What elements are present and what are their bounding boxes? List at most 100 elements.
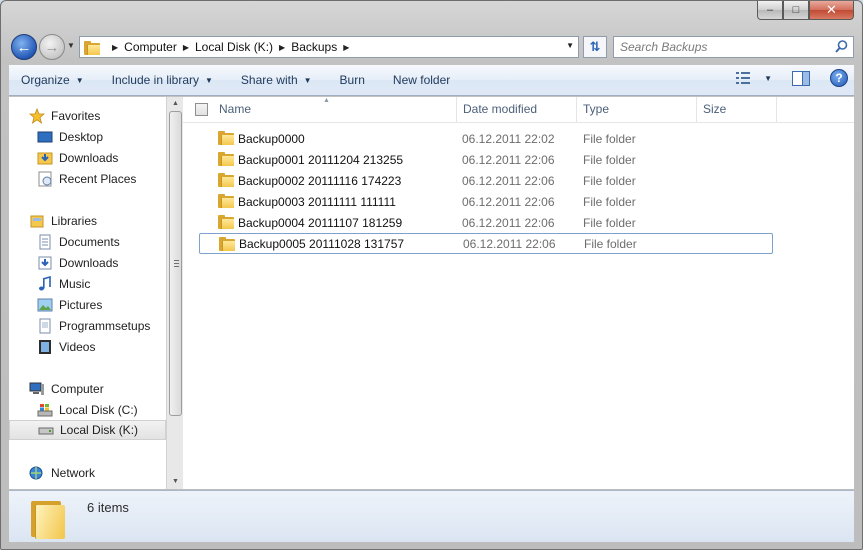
details-pane: 6 items: [9, 490, 854, 542]
table-row-focused[interactable]: Backup0005 20111028 131757 06.12.2011 22…: [199, 233, 773, 254]
address-history-dropdown[interactable]: ▼: [566, 41, 574, 50]
recent-places-icon: [38, 171, 52, 187]
nav-item-programmsetups[interactable]: Programmsetups: [9, 316, 166, 336]
include-in-library-label: Include in library: [111, 73, 199, 87]
drive-icon: [38, 427, 54, 435]
share-with-label: Share with: [240, 73, 298, 87]
nav-item-label: Local Disk (C:): [59, 403, 138, 417]
nav-computer-label: Computer: [51, 382, 104, 396]
folder-icon: [218, 215, 234, 229]
breadcrumb-chevron-icon[interactable]: ▶: [279, 43, 285, 52]
breadcrumb-backups[interactable]: Backups: [291, 40, 337, 54]
burn-button[interactable]: Burn: [340, 73, 365, 87]
breadcrumb-chevron-icon[interactable]: ▶: [343, 43, 349, 52]
nav-item-documents[interactable]: Documents: [9, 232, 166, 252]
nav-item-downloads[interactable]: Downloads: [9, 148, 166, 168]
preview-pane-button[interactable]: [792, 70, 810, 86]
nav-libraries[interactable]: Libraries: [9, 211, 166, 231]
folder-icon: [84, 41, 100, 55]
nav-item-desktop[interactable]: Desktop: [9, 127, 166, 147]
column-size[interactable]: Size: [697, 97, 777, 122]
navigation-row: ← → ▼ ▶ Computer ▶ Local Disk (K:) ▶ Bac…: [11, 31, 856, 61]
new-folder-button[interactable]: New folder: [393, 73, 450, 87]
nav-item-recent-places[interactable]: Recent Places: [9, 169, 166, 189]
search-input[interactable]: [620, 40, 820, 54]
view-options-dropdown-icon[interactable]: ▼: [764, 74, 772, 83]
nav-item-local-disk-c[interactable]: Local Disk (C:): [9, 400, 166, 420]
item-count: 6 items: [87, 500, 129, 515]
pictures-icon: [37, 298, 53, 312]
help-button[interactable]: ?: [830, 69, 848, 87]
nav-favorites[interactable]: Favorites: [9, 106, 166, 126]
column-type[interactable]: Type: [577, 97, 697, 122]
command-toolbar: Organize ▼ Include in library ▼ Share with…: [9, 65, 854, 96]
nav-item-label: Local Disk (K:): [60, 423, 139, 437]
window-caption-buttons: – □ ✕: [757, 1, 854, 21]
file-name: Backup0001 20111204 213255: [238, 152, 404, 167]
table-row[interactable]: Backup0004 20111107 181259 06.12.2011 22…: [199, 212, 773, 233]
scroll-up-icon[interactable]: ▲: [167, 97, 184, 111]
refresh-button[interactable]: ⇅: [583, 36, 607, 58]
folder-icon: [218, 131, 234, 145]
library-icon: [39, 318, 51, 334]
breadcrumb-chevron-icon[interactable]: ▶: [183, 43, 189, 52]
nav-item-library-downloads[interactable]: Downloads: [9, 253, 166, 273]
scrollbar-thumb[interactable]: [169, 111, 182, 416]
nav-item-label: Programmsetups: [59, 319, 151, 333]
sort-ascending-icon: ▲: [323, 97, 330, 104]
organize-button[interactable]: Organize ▼: [21, 73, 84, 87]
navigation-scrollbar[interactable]: ▲ ▼: [166, 97, 183, 489]
share-with-button[interactable]: Share with ▼: [241, 73, 312, 87]
minimize-button[interactable]: –: [757, 1, 783, 20]
address-bar[interactable]: ▶ Computer ▶ Local Disk (K:) ▶ Backups ▶…: [79, 36, 579, 58]
select-all-checkbox[interactable]: [195, 103, 208, 116]
nav-network[interactable]: Network: [9, 463, 166, 483]
burn-label: Burn: [339, 73, 365, 87]
column-type-label: Type: [583, 102, 610, 116]
folder-icon: [218, 194, 234, 208]
forward-button[interactable]: →: [39, 34, 65, 60]
arrow-left-icon: ←: [16, 38, 32, 56]
explorer-window: – □ ✕ ← → ▼ ▶ Computer ▶ Local Disk (K:)…: [0, 0, 863, 550]
breadcrumb-chevron-icon[interactable]: ▶: [112, 43, 118, 52]
file-type: File folder: [583, 215, 636, 230]
chevron-down-icon: ▼: [303, 75, 312, 85]
nav-computer[interactable]: Computer: [9, 379, 166, 399]
scroll-down-icon[interactable]: ▼: [167, 475, 184, 489]
column-date-label: Date modified: [463, 102, 538, 116]
navigation-pane: Favorites Desktop Downloads Recent Place…: [9, 97, 166, 489]
network-icon: [29, 466, 43, 480]
table-row[interactable]: Backup0000 06.12.2011 22:02 File folder: [199, 128, 773, 149]
change-view-button[interactable]: ▼: [736, 72, 772, 84]
nav-favorites-label: Favorites: [51, 109, 101, 123]
close-button[interactable]: ✕: [809, 1, 854, 20]
nav-item-music[interactable]: Music: [9, 274, 166, 294]
file-date: 06.12.2011 22:06: [462, 194, 555, 209]
recent-pages-dropdown[interactable]: ▼: [67, 41, 75, 50]
table-row[interactable]: Backup0001 20111204 213255 06.12.2011 22…: [199, 149, 773, 170]
nav-item-videos[interactable]: Videos: [9, 337, 166, 357]
music-icon: [39, 276, 51, 291]
back-button[interactable]: ←: [11, 34, 37, 60]
breadcrumb-local-disk-k[interactable]: Local Disk (K:): [195, 40, 273, 54]
breadcrumb-computer[interactable]: Computer: [124, 40, 177, 54]
column-name[interactable]: Name: [213, 97, 457, 122]
table-row[interactable]: Backup0002 20111116 174223 06.12.2011 22…: [199, 170, 773, 191]
downloads-icon: [37, 152, 53, 165]
desktop-icon: [37, 131, 53, 143]
maximize-button[interactable]: □: [783, 1, 809, 20]
nav-item-label: Music: [59, 277, 91, 291]
file-type: File folder: [584, 236, 637, 251]
file-name: Backup0000: [238, 131, 305, 146]
nav-item-local-disk-k[interactable]: Local Disk (K:): [9, 420, 166, 440]
organize-label: Organize: [21, 73, 70, 87]
table-row[interactable]: Backup0003 20111111 111111 06.12.2011 22…: [199, 191, 773, 212]
file-name: Backup0002 20111116 174223: [238, 173, 402, 188]
file-type: File folder: [583, 152, 636, 167]
nav-item-pictures[interactable]: Pictures: [9, 295, 166, 315]
column-date-modified[interactable]: Date modified: [457, 97, 577, 122]
search-icon[interactable]: [835, 40, 848, 53]
refresh-icon: ⇅: [589, 39, 601, 54]
nav-item-label: Videos: [59, 340, 96, 354]
include-in-library-button[interactable]: Include in library ▼: [112, 73, 213, 87]
